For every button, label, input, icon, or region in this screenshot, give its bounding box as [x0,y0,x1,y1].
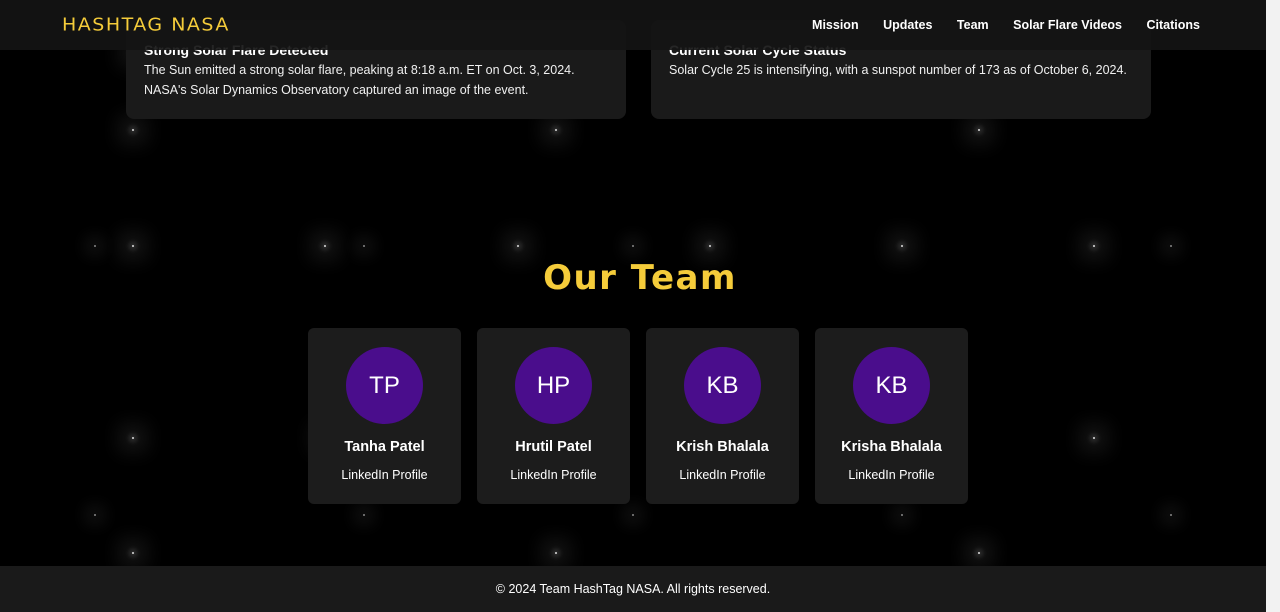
page-scrollbar[interactable] [1266,0,1280,612]
star [94,245,96,247]
nav-link-updates[interactable]: Updates [883,18,932,32]
linkedin-profile-link[interactable]: LinkedIn Profile [341,468,427,482]
avatar: KB [853,347,930,424]
team-member-card: KB Krisha Bhalala LinkedIn Profile [815,328,968,504]
nav-link-mission[interactable]: Mission [812,18,859,32]
star [901,514,903,516]
star [555,552,557,554]
star [709,245,711,247]
main-nav: Mission Updates Team Solar Flare Videos … [788,18,1200,32]
avatar: TP [346,347,423,424]
update-body: The Sun emitted a strong solar flare, pe… [144,63,575,97]
star [978,552,980,554]
star [978,129,980,131]
team-member-card: TP Tanha Patel LinkedIn Profile [308,328,461,504]
star [1093,245,1095,247]
avatar: KB [684,347,761,424]
team-list: TP Tanha Patel LinkedIn Profile HP Hruti… [308,328,968,504]
member-name: Krisha Bhalala [841,439,942,455]
update-body: Solar Cycle 25 is intensifying, with a s… [669,63,1127,77]
site-footer: © 2024 Team HashTag NASA. All rights res… [0,566,1266,612]
team-member-card: KB Krish Bhalala LinkedIn Profile [646,328,799,504]
star [132,129,134,131]
star [901,245,903,247]
nav-link-solar-flare-videos[interactable]: Solar Flare Videos [1013,18,1122,32]
star [517,245,519,247]
member-name: Tanha Patel [344,439,425,455]
star [94,514,96,516]
nav-link-citations[interactable]: Citations [1147,18,1200,32]
star [555,129,557,131]
linkedin-profile-link[interactable]: LinkedIn Profile [848,468,934,482]
star [363,514,365,516]
star [1093,437,1095,439]
team-member-card: HP Hrutil Patel LinkedIn Profile [477,328,630,504]
site-header: HASHTAG NASA Mission Updates Team Solar … [0,0,1266,50]
star [132,437,134,439]
star [1170,514,1172,516]
star [1170,245,1172,247]
avatar: HP [515,347,592,424]
star [324,245,326,247]
copyright-text: © 2024 Team HashTag NASA. All rights res… [495,582,771,596]
linkedin-profile-link[interactable]: LinkedIn Profile [679,468,765,482]
nav-link-team[interactable]: Team [957,18,989,32]
linkedin-profile-link[interactable]: LinkedIn Profile [510,468,596,482]
member-name: Hrutil Patel [515,439,592,455]
member-name: Krish Bhalala [676,439,769,455]
star [632,514,634,516]
star [132,552,134,554]
star [632,245,634,247]
star [363,245,365,247]
site-logo[interactable]: HASHTAG NASA [62,15,230,35]
team-heading: Our Team [543,258,737,298]
star [132,245,134,247]
